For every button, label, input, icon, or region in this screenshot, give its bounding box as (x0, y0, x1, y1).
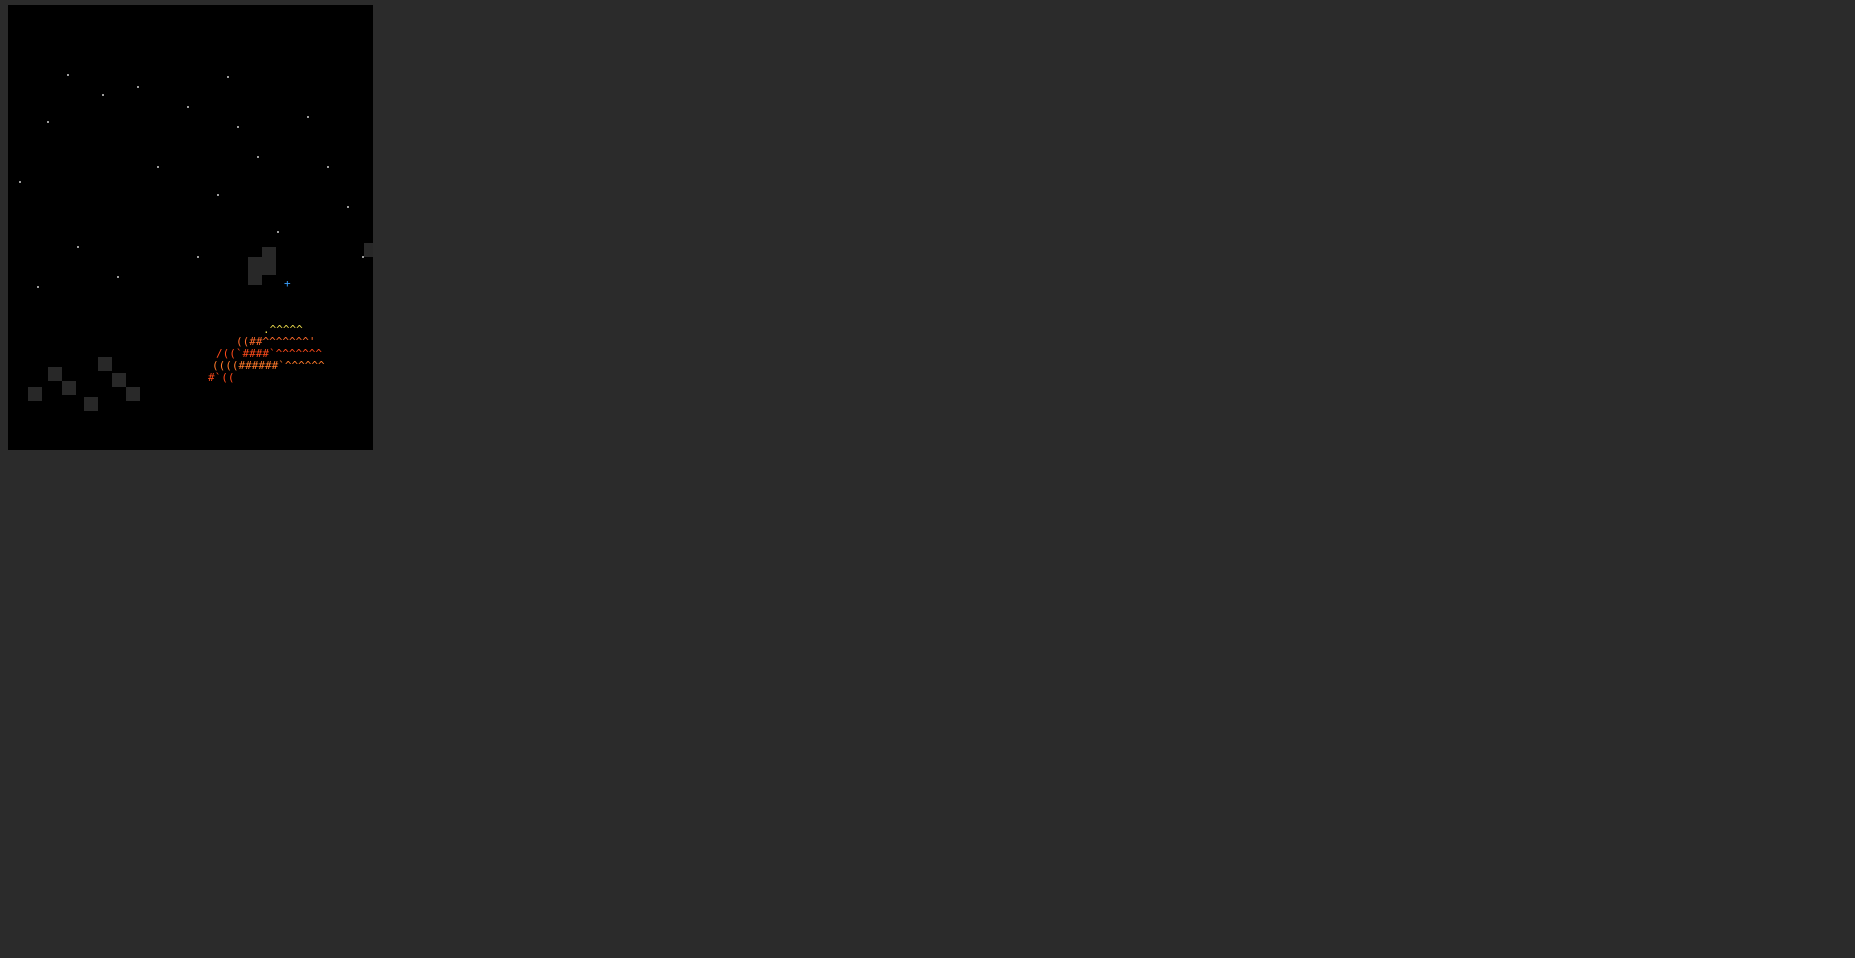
svg-text:#`((: #`(( (208, 371, 235, 384)
star-map: + .^^^^^ ((##^^^^^^^' /((`####`^^^^^^^ (… (19, 74, 373, 411)
svg-text:+: + (284, 277, 291, 290)
map-panel: + .^^^^^ ((##^^^^^^^' /((`####`^^^^^^^ (… (8, 5, 373, 450)
